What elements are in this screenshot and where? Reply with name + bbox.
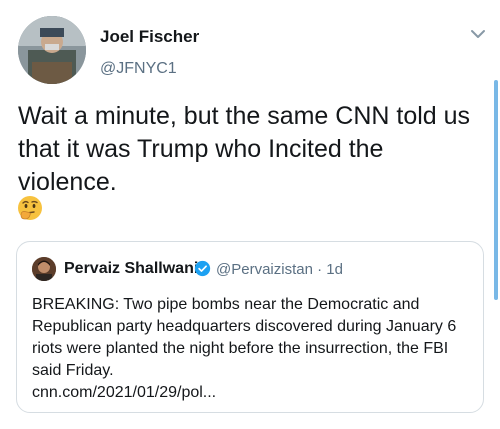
tweet-header: Joel Fischer @JFNYC1 [18, 16, 488, 86]
chevron-down-icon[interactable] [468, 24, 488, 44]
quoted-author-avatar[interactable] [32, 257, 56, 281]
author-handle[interactable]: @JFNYC1 [100, 60, 177, 78]
tweet-card[interactable]: Joel Fischer @JFNYC1 Wait a minute, but … [0, 0, 500, 429]
quoted-tweet-link[interactable]: cnn.com/2021/01/29/pol... [32, 382, 216, 404]
author-avatar[interactable] [18, 16, 86, 84]
quoted-handle-and-time: @Pervaizistan · 1d [216, 261, 343, 278]
verified-badge-icon [194, 260, 211, 277]
scrollbar-thumb[interactable] [494, 80, 498, 300]
quoted-tweet-card[interactable]: Pervaiz Shallwani @Pervaizistan · 1d BRE… [16, 241, 484, 413]
tweet-body-text: Wait a minute, but the same CNN told us … [18, 102, 471, 196]
quoted-tweet-text: BREAKING: Two pipe bombs near the Democr… [32, 296, 457, 379]
thinking-face-icon [18, 196, 42, 220]
quoted-author-display-name[interactable]: Pervaiz Shallwani [64, 260, 198, 278]
author-display-name[interactable]: Joel Fischer [100, 27, 199, 47]
